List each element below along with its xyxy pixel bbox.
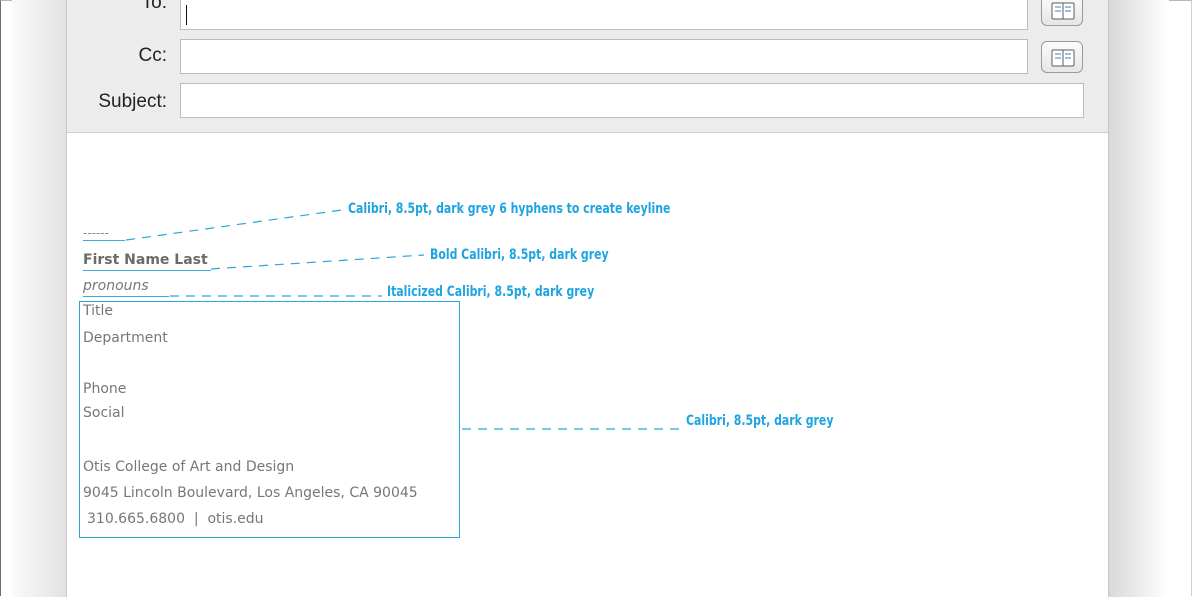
annotation-leaders <box>125 209 680 430</box>
keyline-annotation: Calibri, 8.5pt, dark grey 6 hyphens to c… <box>348 201 671 217</box>
pronouns-annotation: Italicized Calibri, 8.5pt, dark grey <box>387 284 595 300</box>
keyline-leader <box>125 209 343 241</box>
name-leader <box>210 254 425 270</box>
name-annotation: Bold Calibri, 8.5pt, dark grey <box>430 247 609 263</box>
block-annotation: Calibri, 8.5pt, dark grey <box>686 413 834 429</box>
